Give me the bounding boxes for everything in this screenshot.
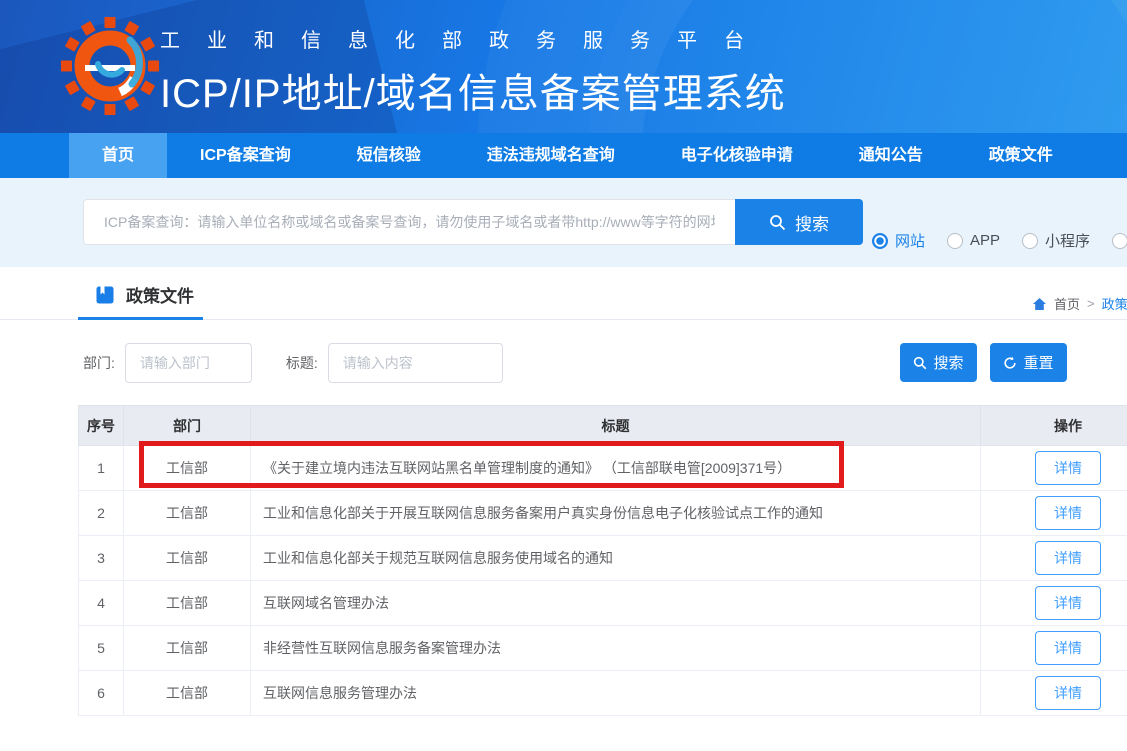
- system-title: ICP/IP地址/域名信息备案管理系统: [160, 61, 786, 119]
- detail-button[interactable]: 详情: [1035, 496, 1101, 530]
- refresh-icon: [1003, 356, 1017, 370]
- book-icon: [95, 285, 115, 305]
- cell-dept: 工信部: [124, 671, 251, 716]
- radio-unselected-icon: [1112, 233, 1127, 249]
- table-row: 6 工信部 互联网信息服务管理办法 详情: [79, 671, 1127, 716]
- nav-item-sms-verify[interactable]: 短信核验: [324, 133, 454, 178]
- filter-search-label: 搜索: [933, 352, 963, 373]
- page-title: 政策文件: [126, 282, 194, 307]
- breadcrumb-current: 政策文件: [1102, 294, 1127, 313]
- breadcrumb: 首页 > 政策文件: [1032, 294, 1127, 313]
- col-header-actions: 操作: [981, 406, 1127, 446]
- radio-app[interactable]: APP: [947, 232, 1000, 249]
- search-type-group: 网站 APP 小程序 快应用: [872, 230, 1127, 251]
- cell-dept: 工信部: [124, 536, 251, 581]
- col-header-title: 标题: [251, 406, 981, 446]
- platform-title: 工业和信息化部政务服务平台: [160, 24, 786, 53]
- title-filter-label: 标题:: [286, 353, 318, 373]
- search-icon: [769, 214, 786, 231]
- cell-no: 2: [79, 491, 124, 536]
- radio-unselected-icon: [1022, 233, 1038, 249]
- detail-button[interactable]: 详情: [1035, 451, 1101, 485]
- miit-logo-icon: [60, 16, 160, 116]
- filter-reset-label: 重置: [1023, 352, 1053, 373]
- nav-item-notices[interactable]: 通知公告: [826, 133, 956, 178]
- cell-title: 互联网信息服务管理办法: [251, 671, 981, 716]
- icp-search-input[interactable]: [83, 199, 735, 245]
- icp-search-button[interactable]: 搜索: [735, 199, 863, 245]
- cell-dept: 工信部: [124, 491, 251, 536]
- cell-no: 1: [79, 446, 124, 491]
- col-header-no: 序号: [79, 406, 124, 446]
- nav-item-home[interactable]: 首页: [69, 133, 167, 178]
- page-header: 工业和信息化部政务服务平台 ICP/IP地址/域名信息备案管理系统: [0, 0, 1127, 133]
- main-nav: 首页 ICP备案查询 短信核验 违法违规域名查询 电子化核验申请 通知公告 政策…: [0, 133, 1127, 178]
- title-filter-input[interactable]: [328, 343, 503, 383]
- radio-website[interactable]: 网站: [872, 230, 925, 251]
- table-row: 2 工信部 工业和信息化部关于开展互联网信息服务备案用户真实身份信息电子化核验试…: [79, 491, 1127, 536]
- col-header-dept: 部门: [124, 406, 251, 446]
- radio-selected-icon: [872, 233, 888, 249]
- nav-item-e-verify[interactable]: 电子化核验申请: [648, 133, 826, 178]
- policy-table: 序号 部门 标题 操作 1 工信部 《关于建立境内违法互联网站黑名单管理制度的通…: [78, 405, 1127, 716]
- radio-label: 网站: [895, 230, 925, 251]
- detail-button[interactable]: 详情: [1035, 586, 1101, 620]
- cell-no: 6: [79, 671, 124, 716]
- search-button-label: 搜索: [795, 210, 829, 235]
- detail-button[interactable]: 详情: [1035, 541, 1101, 575]
- cell-no: 4: [79, 581, 124, 626]
- table-header-row: 序号 部门 标题 操作: [79, 406, 1127, 446]
- table-row: 5 工信部 非经营性互联网信息服务备案管理办法 详情: [79, 626, 1127, 671]
- table-row: 4 工信部 互联网域名管理办法 详情: [79, 581, 1127, 626]
- icp-search-section: 搜索 网站 APP 小程序 快应用: [0, 178, 1127, 267]
- detail-button[interactable]: 详情: [1035, 631, 1101, 665]
- cell-dept: 工信部: [124, 626, 251, 671]
- radio-label: APP: [970, 232, 1000, 249]
- nav-item-policy[interactable]: 政策文件: [956, 133, 1086, 178]
- table-row: 1 工信部 《关于建立境内违法互联网站黑名单管理制度的通知》 （工信部联电管[2…: [79, 446, 1127, 491]
- cell-dept: 工信部: [124, 446, 251, 491]
- radio-quickapp[interactable]: 快应用: [1112, 230, 1127, 251]
- breadcrumb-home[interactable]: 首页: [1054, 294, 1080, 313]
- cell-title: 非经营性互联网信息服务备案管理办法: [251, 626, 981, 671]
- dept-filter-label: 部门:: [83, 353, 115, 373]
- cell-title: 工业和信息化部关于规范互联网信息服务使用域名的通知: [251, 536, 981, 581]
- radio-unselected-icon: [947, 233, 963, 249]
- radio-label: 小程序: [1045, 230, 1090, 251]
- cell-no: 5: [79, 626, 124, 671]
- cell-title: 《关于建立境内违法互联网站黑名单管理制度的通知》 （工信部联电管[2009]37…: [251, 446, 981, 491]
- search-icon: [913, 356, 927, 370]
- cell-no: 3: [79, 536, 124, 581]
- nav-item-icp-query[interactable]: ICP备案查询: [167, 133, 324, 178]
- home-icon: [1032, 297, 1047, 311]
- policy-content: 政策文件 首页 > 政策文件 部门: 标题: 搜索 重置: [0, 267, 1127, 751]
- cell-dept: 工信部: [124, 581, 251, 626]
- filter-reset-button[interactable]: 重置: [990, 343, 1067, 382]
- radio-miniprogram[interactable]: 小程序: [1022, 230, 1090, 251]
- filter-search-button[interactable]: 搜索: [900, 343, 977, 382]
- detail-button[interactable]: 详情: [1035, 676, 1101, 710]
- cell-title: 工业和信息化部关于开展互联网信息服务备案用户真实身份信息电子化核验试点工作的通知: [251, 491, 981, 536]
- dept-filter-input[interactable]: [125, 343, 252, 383]
- breadcrumb-separator: >: [1087, 296, 1095, 311]
- filter-form: 部门: 标题:: [83, 343, 503, 383]
- table-row: 3 工信部 工业和信息化部关于规范互联网信息服务使用域名的通知 详情: [79, 536, 1127, 581]
- cell-title: 互联网域名管理办法: [251, 581, 981, 626]
- nav-item-illegal-domain[interactable]: 违法违规域名查询: [454, 133, 648, 178]
- active-tab-underline: [78, 317, 203, 320]
